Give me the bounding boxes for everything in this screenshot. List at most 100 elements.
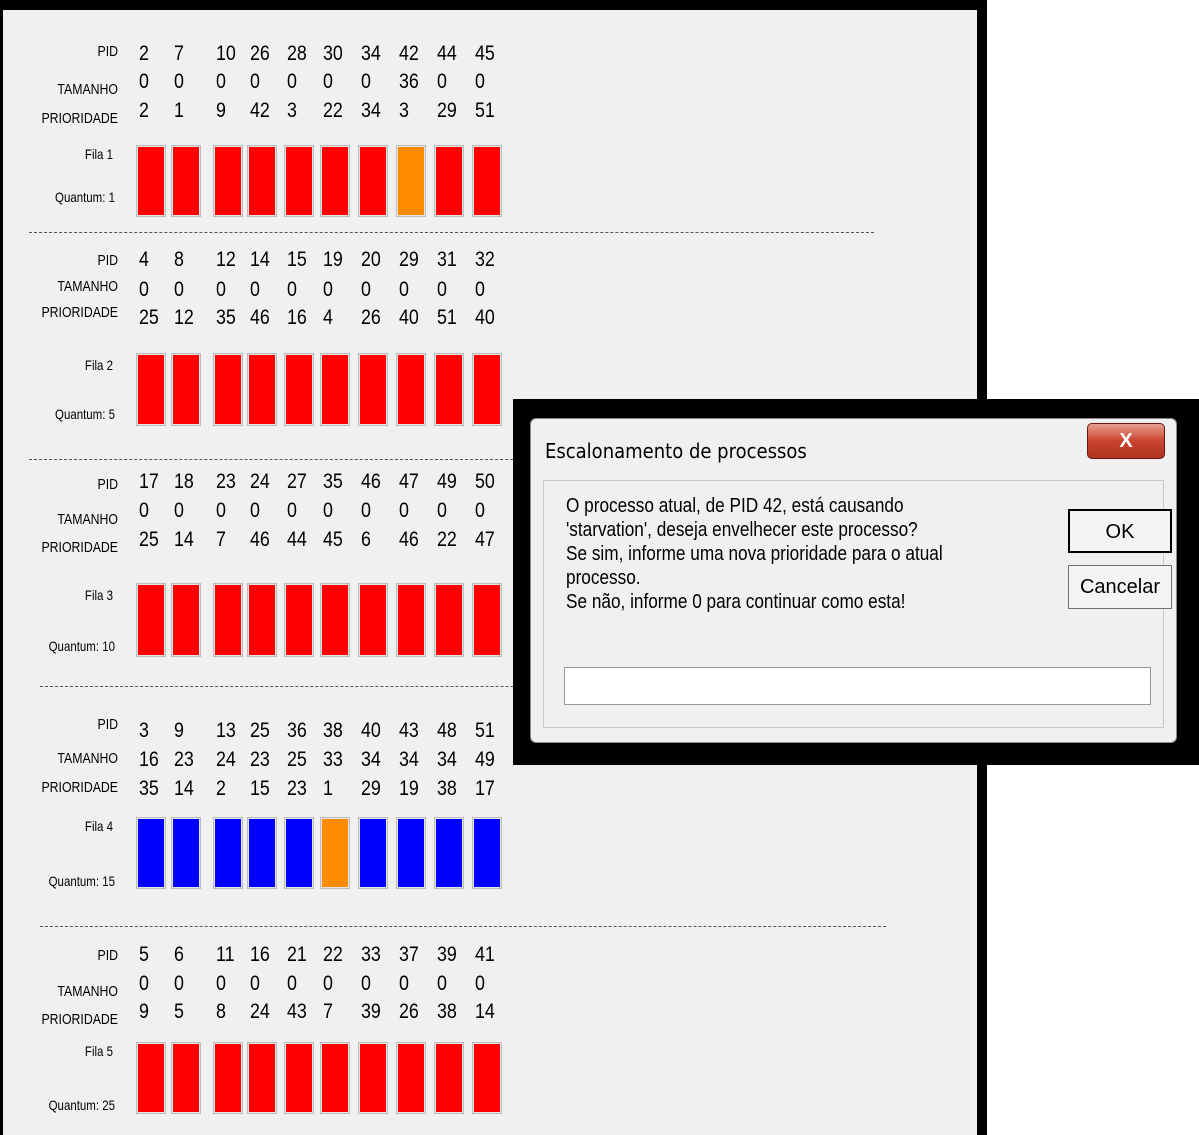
priority-value: 4 — [323, 306, 333, 329]
process-bar[interactable] — [434, 817, 464, 889]
process-bar[interactable] — [472, 1042, 502, 1114]
process-bar[interactable] — [171, 353, 201, 426]
pid-value: 42 — [399, 42, 419, 65]
quantum-label: Quantum: 10 — [48, 638, 115, 654]
pid-value: 45 — [475, 42, 495, 65]
process-bar[interactable] — [136, 353, 166, 426]
ok-button[interactable]: OK — [1068, 509, 1172, 553]
pid-value: 11 — [216, 943, 235, 966]
size-value: 0 — [475, 278, 485, 301]
size-label: TAMANHO — [57, 750, 118, 767]
process-bar[interactable] — [434, 353, 464, 426]
priority-value: 9 — [216, 99, 226, 122]
pid-value: 41 — [475, 943, 495, 966]
process-bar[interactable] — [472, 353, 502, 426]
process-bar[interactable] — [213, 1042, 243, 1114]
process-bar[interactable] — [284, 353, 314, 426]
process-bar[interactable] — [213, 353, 243, 426]
process-bar[interactable] — [472, 145, 502, 217]
process-bar[interactable] — [320, 145, 350, 217]
process-bar[interactable] — [284, 817, 314, 889]
process-bar[interactable] — [358, 1042, 388, 1114]
size-value: 0 — [361, 278, 371, 301]
pid-value: 6 — [174, 943, 184, 966]
process-bar[interactable] — [247, 145, 277, 217]
process-bar[interactable] — [358, 353, 388, 426]
process-bar[interactable] — [434, 145, 464, 217]
process-bar[interactable] — [136, 145, 166, 217]
pid-value: 39 — [437, 943, 457, 966]
process-bar[interactable] — [396, 817, 426, 889]
process-bar[interactable] — [213, 583, 243, 657]
process-bar[interactable] — [434, 583, 464, 657]
size-label: TAMANHO — [57, 278, 118, 295]
pid-value: 4 — [139, 248, 149, 271]
process-bar[interactable] — [136, 583, 166, 657]
size-value: 0 — [216, 70, 226, 93]
priority-value: 34 — [361, 99, 381, 122]
priority-value: 23 — [287, 777, 307, 800]
process-bar[interactable] — [247, 817, 277, 889]
priority-value: 35 — [139, 777, 159, 800]
process-bar[interactable] — [434, 1042, 464, 1114]
priority-value: 14 — [475, 1000, 495, 1023]
process-bar[interactable] — [320, 583, 350, 657]
process-bar[interactable] — [171, 1042, 201, 1114]
process-bar[interactable] — [213, 145, 243, 217]
process-bar[interactable] — [247, 353, 277, 426]
process-bar[interactable] — [358, 583, 388, 657]
process-bar[interactable] — [358, 817, 388, 889]
process-bar[interactable] — [320, 817, 350, 889]
process-bar[interactable] — [247, 583, 277, 657]
size-value: 0 — [361, 499, 371, 522]
process-bar[interactable] — [171, 583, 201, 657]
process-bar[interactable] — [136, 817, 166, 889]
process-bar[interactable] — [396, 583, 426, 657]
size-value: 16 — [139, 748, 159, 771]
size-value: 0 — [174, 972, 184, 995]
quantum-label: Quantum: 5 — [55, 406, 115, 422]
pid-label: PID — [97, 43, 118, 60]
priority-value: 47 — [475, 528, 495, 551]
pid-value: 9 — [174, 719, 184, 742]
process-bar[interactable] — [284, 583, 314, 657]
process-bar[interactable] — [396, 145, 426, 217]
size-value: 0 — [437, 499, 447, 522]
pid-value: 35 — [323, 470, 343, 493]
process-bar[interactable] — [171, 145, 201, 217]
pid-value: 8 — [174, 248, 184, 271]
process-bar[interactable] — [472, 583, 502, 657]
priority-value: 25 — [139, 306, 159, 329]
pid-value: 7 — [174, 42, 184, 65]
pid-value: 5 — [139, 943, 149, 966]
priority-value: 46 — [250, 528, 270, 551]
pid-value: 25 — [250, 719, 270, 742]
priority-value: 24 — [250, 1000, 270, 1023]
queue-separator — [40, 926, 886, 927]
process-bar[interactable] — [320, 353, 350, 426]
process-bar[interactable] — [472, 817, 502, 889]
size-value: 34 — [399, 748, 419, 771]
process-bar[interactable] — [396, 1042, 426, 1114]
size-value: 0 — [287, 499, 297, 522]
size-value: 0 — [139, 70, 149, 93]
process-bar[interactable] — [358, 145, 388, 217]
pid-value: 18 — [174, 470, 194, 493]
process-bar[interactable] — [396, 353, 426, 426]
process-bar[interactable] — [171, 817, 201, 889]
priority-input[interactable] — [564, 667, 1151, 705]
process-bar[interactable] — [284, 1042, 314, 1114]
process-bar[interactable] — [136, 1042, 166, 1114]
dialog-message-line: processo. — [566, 567, 641, 589]
process-bar[interactable] — [213, 817, 243, 889]
priority-value: 2 — [216, 777, 226, 800]
process-bar[interactable] — [284, 145, 314, 217]
process-bar[interactable] — [320, 1042, 350, 1114]
priority-value: 2 — [139, 99, 149, 122]
size-value: 0 — [475, 972, 485, 995]
priority-value: 35 — [216, 306, 236, 329]
pid-label: PID — [97, 716, 118, 733]
cancel-button[interactable]: Cancelar — [1068, 565, 1172, 609]
process-bar[interactable] — [247, 1042, 277, 1114]
close-icon[interactable]: X — [1087, 423, 1165, 459]
